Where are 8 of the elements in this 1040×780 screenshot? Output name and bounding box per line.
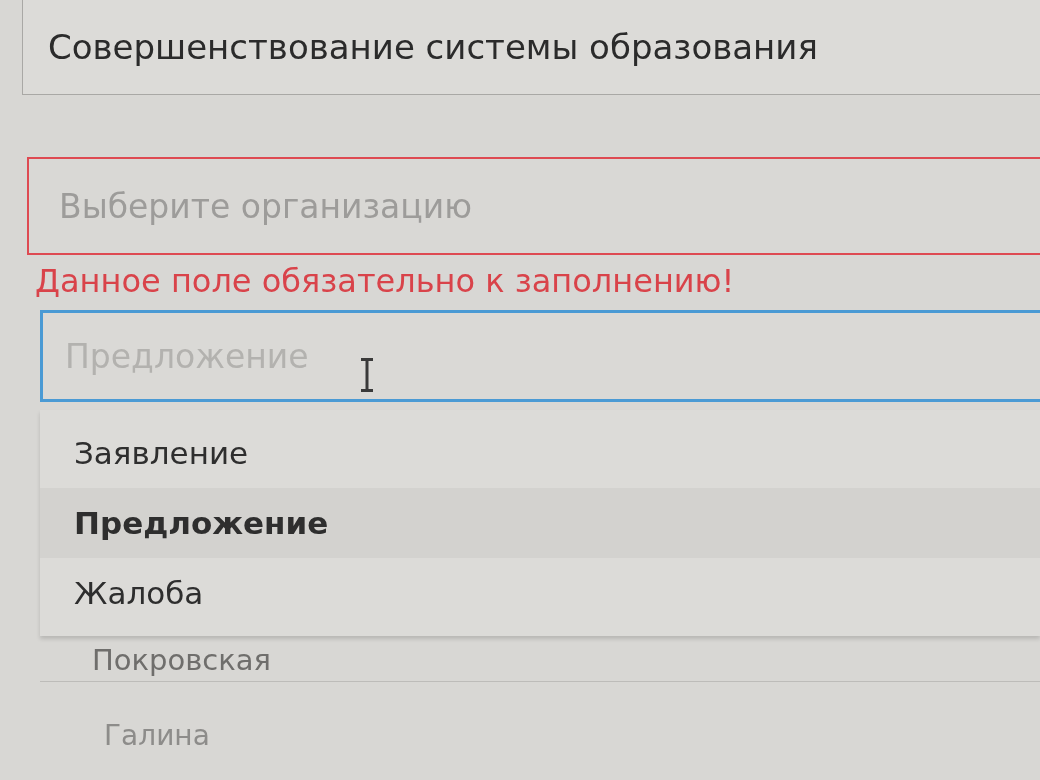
- dropdown-option[interactable]: Заявление: [40, 418, 1040, 488]
- error-message: Данное поле обязательно к заполнению!: [35, 263, 735, 299]
- input-field[interactable]: Выберите организацию: [27, 157, 1040, 255]
- dropdown-option[interactable]: Предложение: [40, 488, 1040, 558]
- text-cursor-icon: [360, 358, 374, 392]
- input-field[interactable]: Покровская: [40, 638, 1040, 682]
- input-field[interactable]: Совершенствование системы образования: [22, 0, 1040, 95]
- dropdown-option[interactable]: Жалоба: [40, 558, 1040, 628]
